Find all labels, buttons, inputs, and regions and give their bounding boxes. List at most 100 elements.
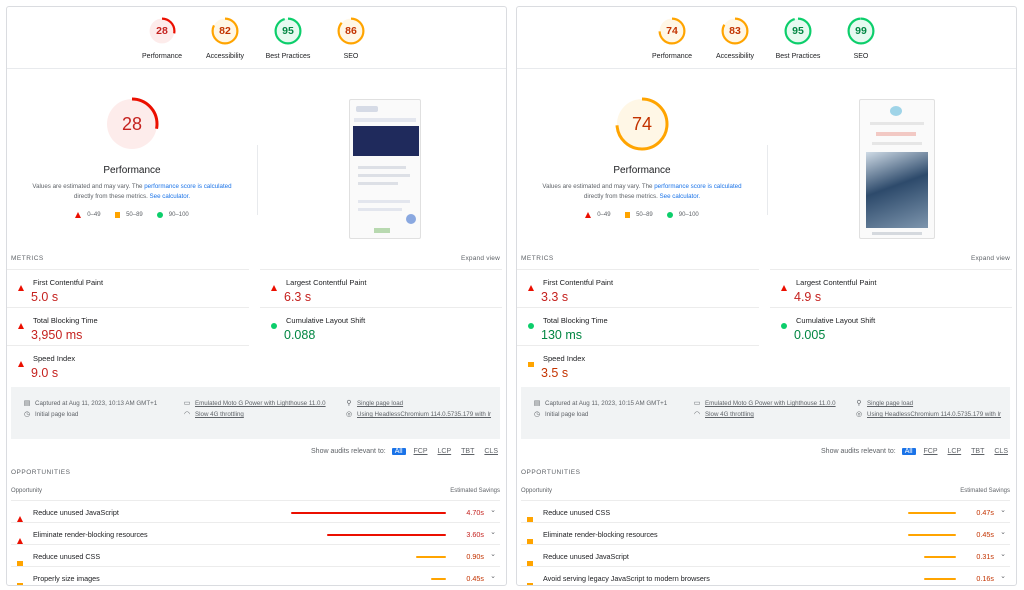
metric-name: Cumulative Layout Shift [796,316,876,325]
chevron-down-icon[interactable]: ⌄ [490,572,496,580]
network-throttling[interactable]: Slow 4G throttling [195,410,244,420]
average-square-icon [114,212,121,218]
chevron-down-icon[interactable]: ⌄ [490,550,496,558]
filter-all[interactable]: All [901,448,916,455]
metric-value: 0.005 [794,328,826,342]
performance-title: Performance [103,165,161,176]
fail-triangle-icon [271,285,277,291]
expand-view-toggle[interactable]: Expand view [971,255,1010,262]
score-description: Values are estimated and may vary. The p… [542,183,742,200]
chevron-down-icon[interactable]: ⌄ [1000,528,1006,536]
savings-bar [908,534,956,536]
gauge-score: 99 [855,25,867,37]
savings-value: 0.90s [466,552,484,561]
savings-bar [908,512,956,514]
chevron-down-icon[interactable]: ⌄ [1000,572,1006,580]
average-square-icon [624,212,631,218]
pass-circle-icon [156,212,163,218]
chevron-down-icon[interactable]: ⌄ [1000,550,1006,558]
metric-name: Largest Contentful Paint [796,278,877,287]
savings-bar [327,534,446,536]
single-page-load[interactable]: Single page load [867,399,913,409]
gauge-label: SEO [343,53,359,60]
opportunity-row[interactable]: Reduce unused JavaScript 0.31s ⌄ [521,544,1010,566]
emulated-device[interactable]: Emulated Moto G Power with Lighthouse 11… [705,399,836,409]
gauge-score: 82 [219,25,231,37]
gauge-seo[interactable]: 86 SEO [306,17,396,60]
filter-fcp[interactable]: FCP [922,448,940,455]
network-throttling[interactable]: Slow 4G throttling [705,410,754,420]
fail-triangle-icon [75,212,82,218]
calendar-icon: ▤ [23,400,31,407]
captured-time: Captured at Aug 11, 2023, 10:13 AM GMT+1 [35,400,158,407]
wifi-icon: ◠ [183,411,191,418]
emulated-device[interactable]: Emulated Moto G Power with Lighthouse 11… [195,399,326,409]
opportunities-heading: OPPORTUNITIES [11,469,71,476]
filter-cls[interactable]: CLS [482,448,500,455]
chevron-down-icon[interactable]: ⌄ [1000,506,1006,514]
metric-cumulative-layout-shift: Cumulative Layout Shift 0.005 [770,307,1012,345]
metric-value: 0.088 [284,328,316,342]
category-gauges: 74 Performance 83 Accessibility 95 Best Pract… [517,7,1016,69]
savings-value: 4.70s [466,508,484,517]
performance-score-link[interactable]: performance score is calculated [654,183,741,190]
gauge-seo[interactable]: 99 SEO [816,17,906,60]
audit-filter: Show audits relevant to: All FCP LCP TBT… [821,448,1010,455]
final-screenshot[interactable] [349,99,421,239]
filter-lcp[interactable]: LCP [946,448,964,455]
metric-name: Total Blocking Time [543,316,608,325]
opportunity-row[interactable]: Reduce unused CSS 0.90s ⌄ [11,544,500,566]
opportunity-row[interactable]: Avoid serving legacy JavaScript to moder… [521,566,1010,585]
metric-value: 6.3 s [284,290,312,304]
metrics-header: METRICS Expand view [521,255,1010,262]
metric-name: Cumulative Layout Shift [286,316,366,325]
wifi-icon: ◠ [693,411,701,418]
captured-time: Captured at Aug 11, 2023, 10:15 AM GMT+1 [545,400,668,407]
filter-tbt[interactable]: TBT [969,448,986,455]
audit-filter: Show audits relevant to: All FCP LCP TBT… [311,448,500,455]
savings-value: 0.31s [976,552,994,561]
savings-bar [924,578,956,580]
opportunity-name: Reduce unused CSS [33,552,101,561]
pass-circle-icon [781,323,787,329]
browser-version[interactable]: Using HeadlessChromium 114.0.5735.179 wi… [357,410,491,420]
run-info-box: ▤ Captured at Aug 11, 2023, 10:15 AM GMT+… [521,387,1010,439]
performance-score-value: 74 [631,114,653,134]
filter-lcp[interactable]: LCP [436,448,454,455]
expand-view-toggle[interactable]: Expand view [461,255,500,262]
metric-total-blocking-time: Total Blocking Time 130 ms [517,307,759,345]
performance-score-link[interactable]: performance score is calculated [144,183,231,190]
metric-name: First Contentful Paint [33,278,104,287]
score-legend: 0–49 50–89 90–100 [7,212,257,218]
see-calculator-link[interactable]: See calculator. [150,193,191,200]
chevron-down-icon[interactable]: ⌄ [490,528,496,536]
section-divider [257,145,258,215]
opportunity-row[interactable]: Eliminate render-blocking resources 0.45s… [521,522,1010,544]
browser-version[interactable]: Using HeadlessChromium 114.0.5735.179 wi… [867,410,1001,420]
metric-value: 4.9 s [794,290,822,304]
opportunity-row[interactable]: Eliminate render-blocking resources 3.60s… [11,522,500,544]
gauge-score: 86 [345,25,357,37]
metric-status [271,278,277,296]
filter-fcp[interactable]: FCP [412,448,430,455]
see-calculator-link[interactable]: See calculator. [660,193,701,200]
performance-score-gauge: 28 [105,97,159,151]
final-screenshot[interactable] [859,99,935,239]
filter-tbt[interactable]: TBT [459,448,476,455]
metric-status [528,316,534,334]
performance-summary: 28 Performance Values are estimated and … [7,97,257,218]
opportunity-row[interactable]: Reduce unused CSS 0.47s ⌄ [521,500,1010,522]
single-page-load[interactable]: Single page load [357,399,403,409]
filter-cls[interactable]: CLS [992,448,1010,455]
gauge-score: 95 [282,25,294,37]
fail-triangle-icon [18,361,24,367]
single-load-icon: ⚲ [346,400,352,407]
browser-icon: ◎ [345,411,353,418]
average-square-icon [527,582,533,585]
opportunity-row[interactable]: Properly size images 0.45s ⌄ [11,566,500,585]
opportunity-status [17,575,23,585]
chevron-down-icon[interactable]: ⌄ [490,506,496,514]
filter-all[interactable]: All [391,448,406,455]
opportunity-row[interactable]: Reduce unused JavaScript 4.70s ⌄ [11,500,500,522]
metric-largest-contentful-paint: Largest Contentful Paint 4.9 s [770,269,1012,307]
